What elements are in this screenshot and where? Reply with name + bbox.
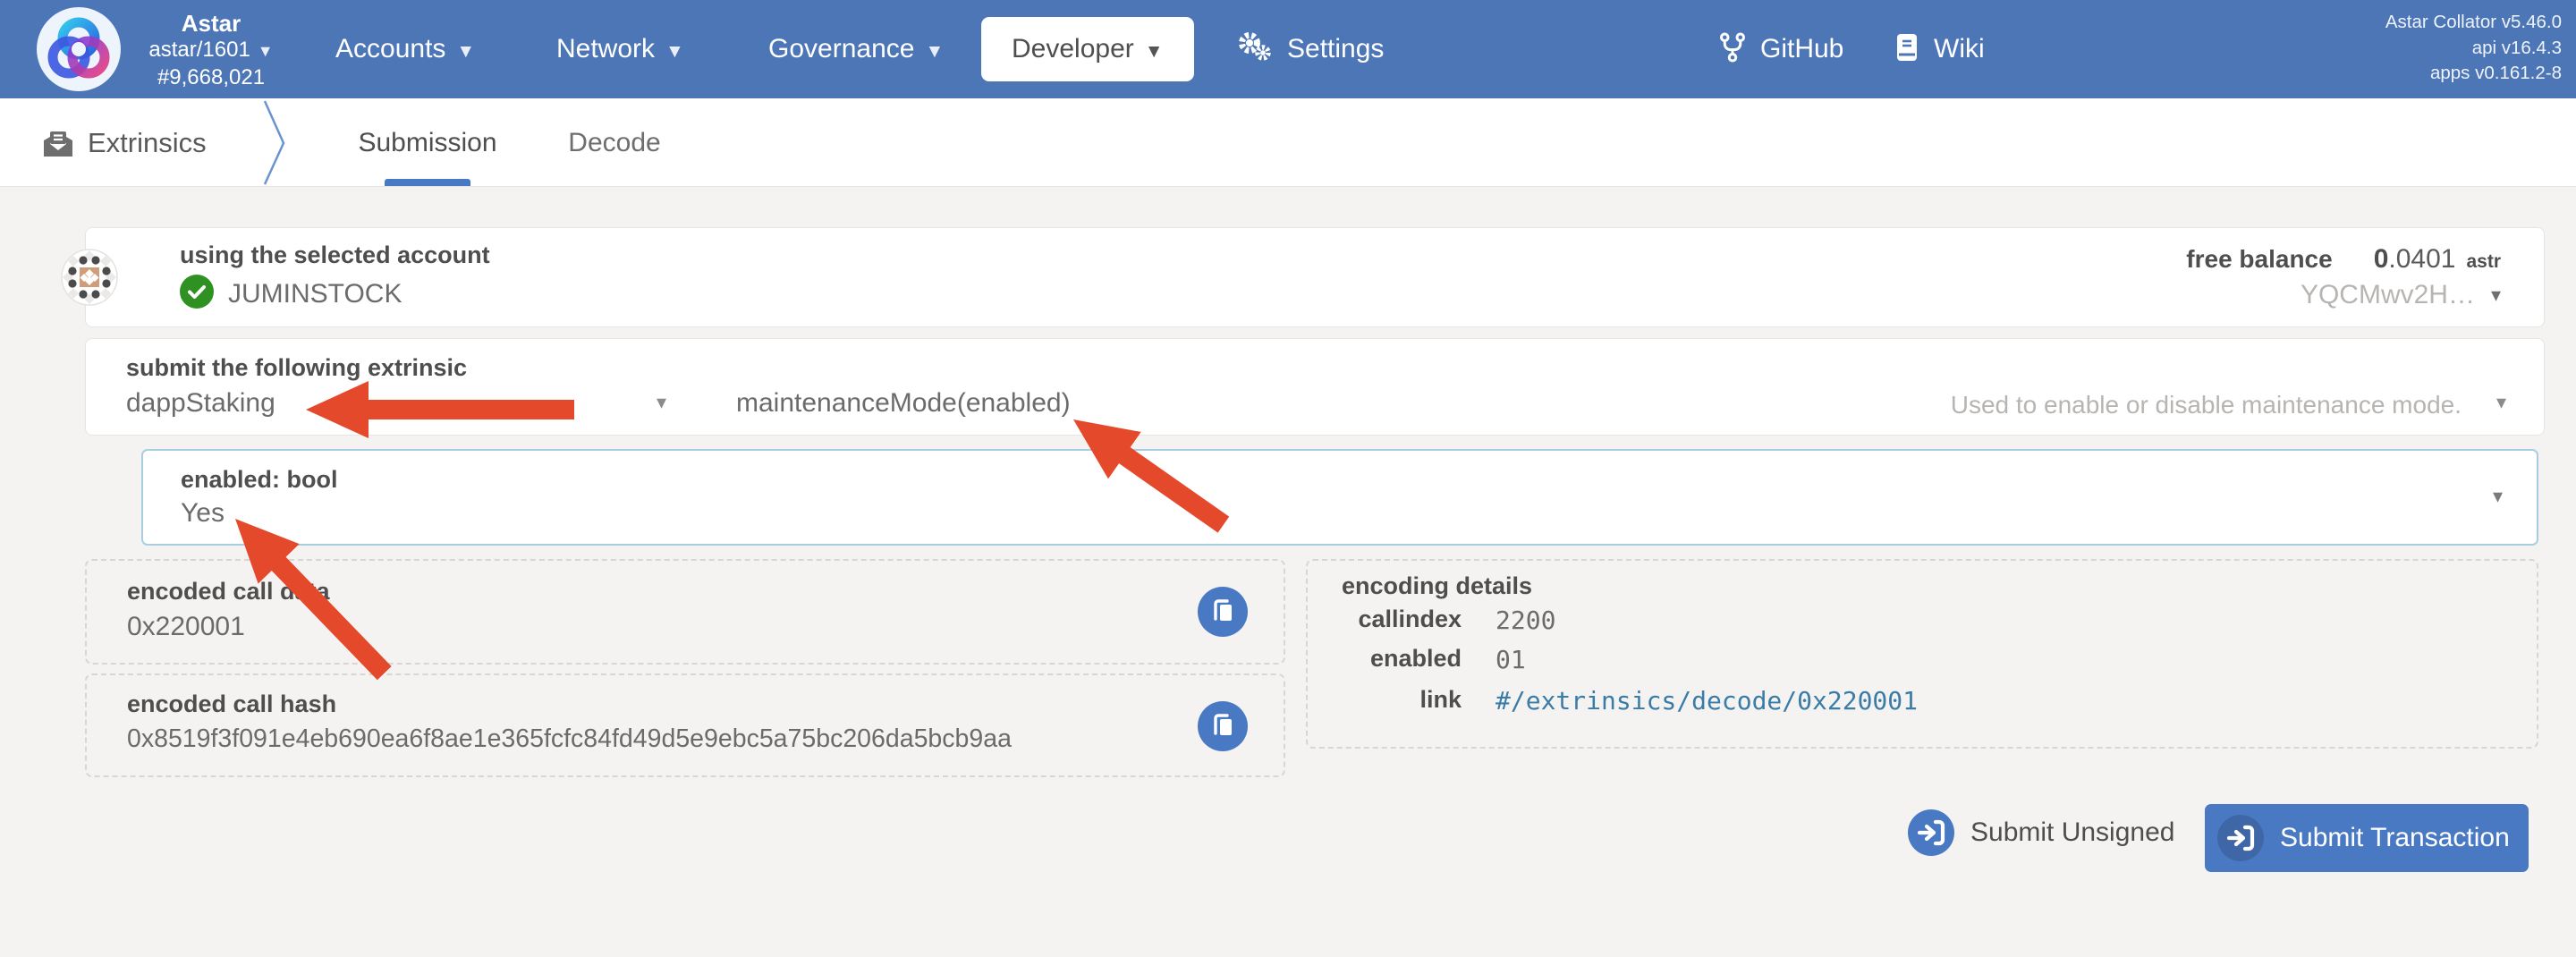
version-info: Astar Collator v5.46.0 api v16.4.3 apps … <box>2385 10 2562 87</box>
node-version: Astar Collator v5.46.0 <box>2385 10 2562 36</box>
wiki-link[interactable]: Wiki <box>1894 0 1985 98</box>
submit-unsigned-label: Submit Unsigned <box>1970 817 2174 848</box>
settings-label: Settings <box>1287 34 1384 64</box>
chain-network: astar/1601 <box>148 38 250 62</box>
gears-icon <box>1235 30 1275 70</box>
selected-account-row[interactable]: JUMINSTOCK <box>180 275 402 313</box>
free-balance: free balance 0 .0401 astr <box>2186 244 2501 275</box>
row-label: callindex <box>1308 606 1462 633</box>
encoded-call-data-box: encoded call data 0x220001 <box>85 559 1285 665</box>
encoded-call-data-label: encoded call data <box>127 578 330 606</box>
param-panel-enabled: enabled: bool Yes ▾ <box>141 449 2538 546</box>
active-tab-underline <box>385 179 470 186</box>
extrinsic-section-label: submit the following extrinsic <box>126 354 467 382</box>
sign-in-icon <box>1908 809 1954 856</box>
chevron-down-icon[interactable]: ▾ <box>2493 485 2503 508</box>
encoded-call-data-value: 0x220001 <box>127 612 245 642</box>
row-value: 01 <box>1496 645 1526 674</box>
submit-transaction-label: Submit Transaction <box>2280 804 2510 872</box>
chain-name: Astar <box>116 10 306 37</box>
github-label: GitHub <box>1760 34 1843 64</box>
account-identicon[interactable] <box>61 249 118 310</box>
account-name: JUMINSTOCK <box>228 279 402 309</box>
row-label: link <box>1308 686 1462 714</box>
balance-unit: astr <box>2466 251 2501 273</box>
chain-selector[interactable]: Astar astar/1601 ▼ #9,668,021 <box>116 10 306 90</box>
book-icon <box>1894 32 1919 67</box>
best-block-number: #9,668,021 <box>116 64 306 90</box>
submit-transaction-button[interactable]: Submit Transaction <box>2205 804 2529 872</box>
copy-icon <box>1198 587 1248 637</box>
pallet-select-value[interactable]: dappStaking <box>126 388 275 419</box>
extrinsics-page: Astar astar/1601 ▼ #9,668,021 Accounts▼ N… <box>0 0 2576 957</box>
nav-item-governance[interactable]: Governance▼ <box>768 0 944 101</box>
github-link[interactable]: GitHub <box>1719 0 1843 98</box>
encoding-details-box: encoding details callindex 2200 enabled … <box>1306 559 2538 749</box>
wiki-label: Wiki <box>1934 34 1985 64</box>
method-select-value[interactable]: maintenanceMode(enabled) <box>736 388 1071 419</box>
param-value-select[interactable]: Yes <box>181 498 225 529</box>
copy-icon <box>1198 701 1248 751</box>
param-label: enabled: bool <box>181 466 338 494</box>
account-card: using the selected account JUMINSTOCK fr… <box>85 227 2545 327</box>
chevron-down-icon: ▼ <box>925 41 944 62</box>
chevron-down-icon: ▾ <box>2491 284 2501 307</box>
nav-item-developer-active[interactable]: Developer▼ <box>981 17 1194 81</box>
chevron-down-icon[interactable]: ▾ <box>657 391 666 414</box>
extrinsic-card: submit the following extrinsic dappStaki… <box>85 338 2545 436</box>
method-hint: Used to enable or disable maintenance mo… <box>1951 391 2462 419</box>
section-divider-chevron <box>261 98 288 191</box>
nav-item-network[interactable]: Network▼ <box>556 0 684 101</box>
balance-whole: 0 <box>2374 244 2389 275</box>
app-header: Astar astar/1601 ▼ #9,668,021 Accounts▼ N… <box>0 0 2576 98</box>
copy-call-data-button[interactable] <box>1198 587 1248 637</box>
section-title-extrinsics: Extrinsics <box>88 98 207 187</box>
chevron-down-icon: ▼ <box>665 41 684 62</box>
chevron-down-icon[interactable]: ▾ <box>2496 391 2506 414</box>
nav-item-settings[interactable]: Settings <box>1235 0 1384 98</box>
copy-call-hash-button[interactable] <box>1198 701 1248 751</box>
free-balance-label: free balance <box>2186 245 2332 274</box>
row-label: enabled <box>1308 645 1462 673</box>
account-section-label: using the selected account <box>180 241 490 269</box>
encoded-call-hash-value: 0x8519f3f091e4eb690ea6f8ae1e365fcfc84fd4… <box>127 724 1012 754</box>
encoding-details-title: encoding details <box>1342 572 1532 600</box>
nav-item-accounts[interactable]: Accounts▼ <box>335 0 475 101</box>
success-check-icon <box>180 275 214 313</box>
astar-logo[interactable] <box>36 6 122 92</box>
chevron-down-icon: ▼ <box>258 42 274 60</box>
encoded-call-hash-label: encoded call hash <box>127 690 336 718</box>
encoded-call-hash-box: encoded call hash 0x8519f3f091e4eb690ea6… <box>85 673 1285 777</box>
tab-decode[interactable]: Decode <box>565 98 664 187</box>
account-address-short: YQCMwv2H… <box>2301 280 2475 310</box>
sign-in-icon <box>2217 815 2264 861</box>
decode-link[interactable]: #/extrinsics/decode/0x220001 <box>1496 686 1918 716</box>
tab-submission[interactable]: Submission <box>356 98 499 187</box>
envelope-open-text-icon <box>41 129 75 164</box>
submit-unsigned-button[interactable]: Submit Unsigned <box>1908 809 2174 856</box>
code-branch-icon <box>1719 31 1746 68</box>
apps-version: apps v0.161.2-8 <box>2385 61 2562 87</box>
row-value: 2200 <box>1496 606 1555 635</box>
tab-bar: Extrinsics Submission Decode <box>0 98 2576 187</box>
chevron-down-icon: ▼ <box>1145 41 1164 62</box>
chevron-down-icon: ▼ <box>456 41 475 62</box>
account-address-dropdown[interactable]: YQCMwv2H… ▾ <box>2301 280 2501 310</box>
balance-fraction: .0401 <box>2388 244 2455 275</box>
api-version: api v16.4.3 <box>2385 36 2562 62</box>
